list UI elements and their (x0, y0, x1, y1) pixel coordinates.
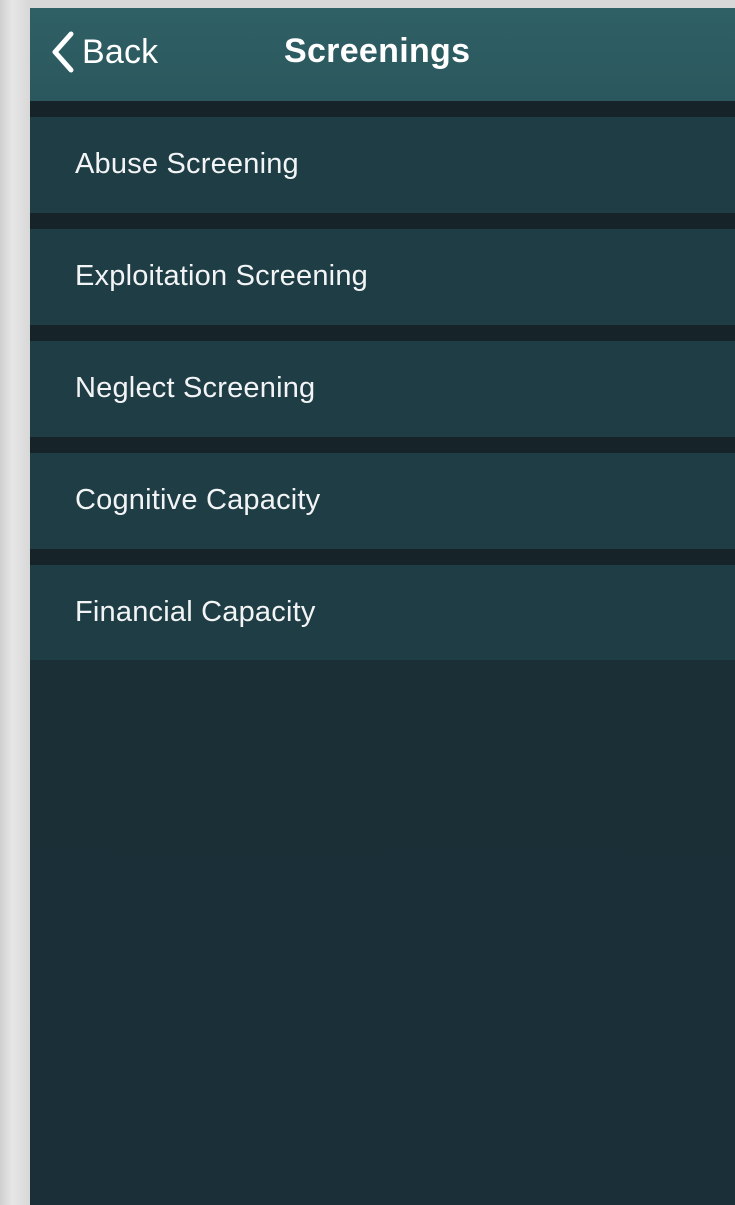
chevron-left-icon (50, 30, 76, 74)
list-item-label: Abuse Screening (75, 148, 299, 180)
back-label: Back (82, 32, 159, 71)
list-item-exploitation-screening[interactable]: Exploitation Screening (30, 229, 735, 325)
list-separator (30, 549, 735, 565)
list-separator (30, 437, 735, 453)
list-item-neglect-screening[interactable]: Neglect Screening (30, 341, 735, 437)
list-separator (30, 101, 735, 117)
back-button[interactable]: Back (50, 28, 158, 76)
app-screen: Back Screenings Abuse Screening Exploita… (30, 8, 735, 1205)
page-title: Screenings (284, 32, 471, 70)
list-item-abuse-screening[interactable]: Abuse Screening (30, 117, 735, 213)
list-separator (30, 213, 735, 229)
empty-content-area (30, 660, 735, 1205)
navigation-bar: Back Screenings (30, 8, 735, 101)
list-item-label: Financial Capacity (75, 596, 316, 628)
list-separator (30, 325, 735, 341)
list-item-cognitive-capacity[interactable]: Cognitive Capacity (30, 453, 735, 549)
list-item-label: Neglect Screening (75, 372, 316, 404)
list-item-label: Cognitive Capacity (75, 484, 321, 516)
device-frame: Back Screenings Abuse Screening Exploita… (0, 0, 735, 1205)
list-item-label: Exploitation Screening (75, 260, 368, 292)
list-item-financial-capacity[interactable]: Financial Capacity (30, 565, 735, 661)
